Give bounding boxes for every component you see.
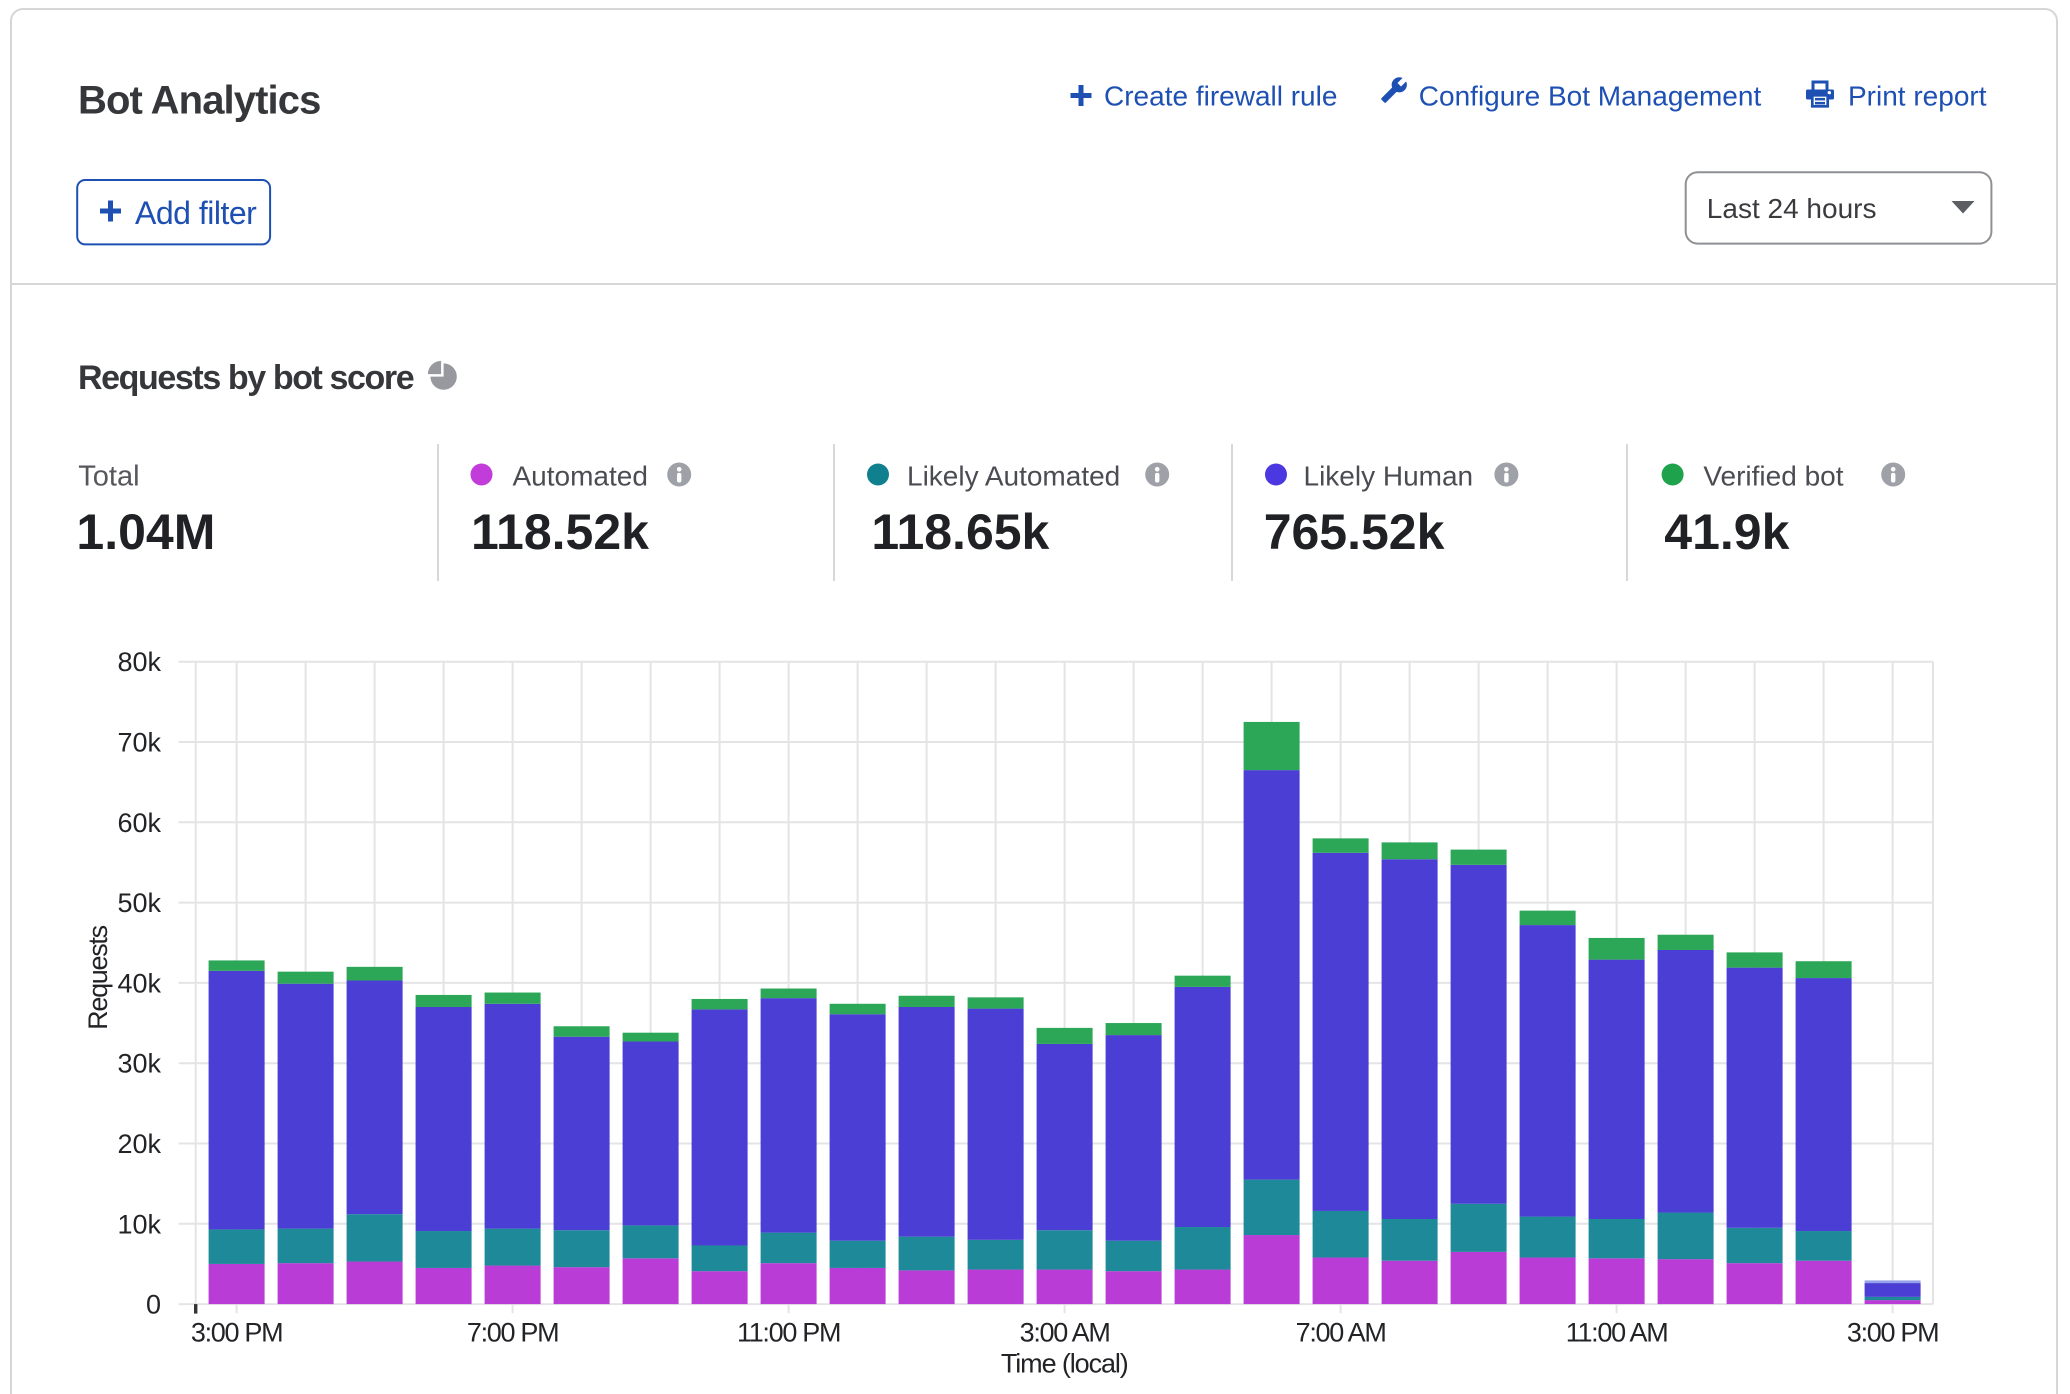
svg-text:7:00 AM: 7:00 AM bbox=[1296, 1318, 1386, 1348]
svg-text:Likely Automated: Likely Automated bbox=[907, 460, 1120, 491]
svg-text:Add filter: Add filter bbox=[135, 195, 257, 231]
svg-text:50k: 50k bbox=[117, 888, 161, 918]
svg-text:Last 24 hours: Last 24 hours bbox=[1707, 193, 1877, 224]
svg-text:1.04M: 1.04M bbox=[76, 504, 215, 560]
svg-text:3:00 PM: 3:00 PM bbox=[1847, 1318, 1938, 1348]
svg-text:Total: Total bbox=[78, 460, 139, 492]
svg-text:11:00 PM: 11:00 PM bbox=[737, 1318, 840, 1348]
svg-text:118.65k: 118.65k bbox=[871, 504, 1049, 560]
svg-text:118.52k: 118.52k bbox=[471, 504, 649, 560]
svg-text:765.52k: 765.52k bbox=[1264, 504, 1445, 560]
svg-text:Automated: Automated bbox=[513, 460, 648, 491]
svg-text:60k: 60k bbox=[117, 808, 161, 838]
svg-text:Likely Human: Likely Human bbox=[1304, 460, 1474, 491]
svg-text:Requests by bot score: Requests by bot score bbox=[78, 359, 414, 397]
svg-text:80k: 80k bbox=[117, 647, 161, 677]
svg-text:0: 0 bbox=[146, 1290, 161, 1320]
svg-text:Bot Analytics: Bot Analytics bbox=[78, 79, 320, 123]
svg-text:7:00 PM: 7:00 PM bbox=[467, 1318, 558, 1348]
svg-text:30k: 30k bbox=[117, 1049, 161, 1079]
svg-text:20k: 20k bbox=[117, 1129, 161, 1159]
svg-text:41.9k: 41.9k bbox=[1664, 504, 1789, 560]
svg-text:Create firewall rule: Create firewall rule bbox=[1104, 81, 1337, 112]
svg-text:40k: 40k bbox=[117, 968, 161, 998]
svg-text:Verified bot: Verified bot bbox=[1703, 460, 1843, 491]
svg-text:Time (local): Time (local) bbox=[1001, 1349, 1128, 1379]
svg-text:11:00 AM: 11:00 AM bbox=[1566, 1318, 1668, 1348]
svg-text:70k: 70k bbox=[117, 728, 161, 758]
svg-text:3:00 PM: 3:00 PM bbox=[191, 1318, 282, 1348]
svg-text:10k: 10k bbox=[117, 1209, 161, 1239]
svg-text:Configure Bot Management: Configure Bot Management bbox=[1419, 81, 1762, 112]
svg-text:3:00 AM: 3:00 AM bbox=[1020, 1318, 1110, 1348]
svg-text:Print report: Print report bbox=[1848, 81, 1987, 112]
svg-text:Requests: Requests bbox=[83, 925, 113, 1029]
